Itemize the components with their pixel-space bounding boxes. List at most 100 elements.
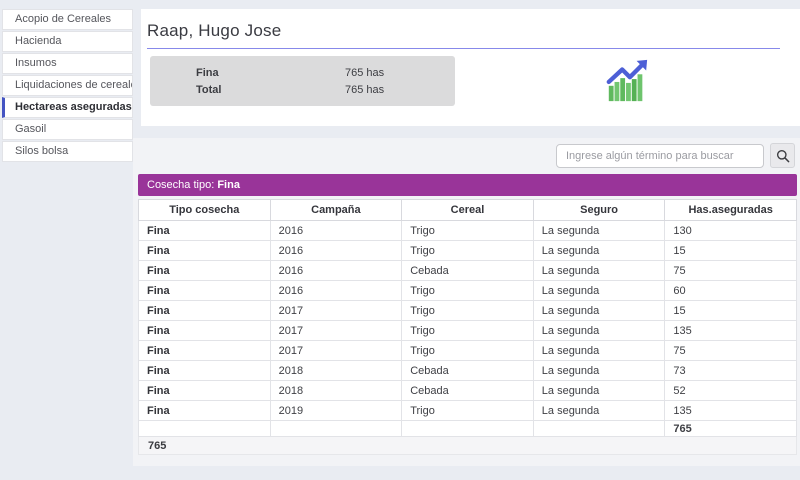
summary-value: 765 has: [345, 82, 384, 99]
column-header-has-aseguradas: Has.aseguradas: [665, 200, 797, 221]
magnifier-icon: [775, 148, 791, 164]
table-row: Fina2017TrigoLa segunda75: [139, 341, 797, 361]
empty-total-cell: [402, 421, 534, 437]
cell-has-aseguradas: 52: [665, 381, 797, 401]
sidebar-item-hacienda[interactable]: Hacienda: [2, 31, 133, 52]
cell-has-aseguradas: 135: [665, 401, 797, 421]
summary-label: Fina: [196, 65, 219, 82]
search-row: [133, 138, 800, 173]
cell-campa-a: 2016: [270, 221, 402, 241]
cell-campa-a: 2018: [270, 361, 402, 381]
cell-has-aseguradas: 135: [665, 321, 797, 341]
cell-tipo-cosecha: Fina: [139, 381, 271, 401]
cell-has-aseguradas: 15: [665, 241, 797, 261]
table-row: Fina2016TrigoLa segunda15: [139, 241, 797, 261]
table-panel: Cosecha tipo: Fina Tipo cosechaCampañaCe…: [133, 138, 800, 466]
table-footer-total-strip: 765: [138, 437, 797, 455]
cell-tipo-cosecha: Fina: [139, 321, 271, 341]
cell-tipo-cosecha: Fina: [139, 281, 271, 301]
sidebar: Acopio de CerealesHaciendaInsumosLiquida…: [2, 9, 133, 163]
cell-cereal: Trigo: [402, 221, 534, 241]
cell-has-aseguradas: 75: [665, 261, 797, 281]
cell-cereal: Trigo: [402, 321, 534, 341]
sidebar-item-hectareas-aseguradas[interactable]: Hectareas aseguradas: [2, 97, 133, 118]
cell-seguro: La segunda: [533, 241, 665, 261]
cell-cereal: Cebada: [402, 261, 534, 281]
table-row: Fina2019TrigoLa segunda135: [139, 401, 797, 421]
column-header-campa-a: Campaña: [270, 200, 402, 221]
table-total-row: 765: [139, 421, 797, 437]
table-row: Fina2018CebadaLa segunda73: [139, 361, 797, 381]
summary-value: 765 has: [345, 65, 384, 82]
cell-seguro: La segunda: [533, 361, 665, 381]
cell-campa-a: 2017: [270, 301, 402, 321]
cell-campa-a: 2017: [270, 341, 402, 361]
total-has-aseguradas: 765: [665, 421, 797, 437]
cell-has-aseguradas: 73: [665, 361, 797, 381]
cell-has-aseguradas: 15: [665, 301, 797, 321]
summary-row-total: Total 765 has: [150, 82, 455, 99]
footer-total-value: 765: [148, 440, 166, 452]
cell-seguro: La segunda: [533, 341, 665, 361]
cell-seguro: La segunda: [533, 261, 665, 281]
sidebar-item-gasoil[interactable]: Gasoil: [2, 119, 133, 140]
cell-tipo-cosecha: Fina: [139, 301, 271, 321]
table-header-row: Tipo cosechaCampañaCerealSeguroHas.asegu…: [139, 200, 797, 221]
cell-cereal: Trigo: [402, 401, 534, 421]
page-title: Raap, Hugo Jose: [147, 21, 780, 41]
column-header-cereal: Cereal: [402, 200, 534, 221]
cell-seguro: La segunda: [533, 281, 665, 301]
column-header-seguro: Seguro: [533, 200, 665, 221]
cell-campa-a: 2016: [270, 261, 402, 281]
sidebar-item-silos-bolsa[interactable]: Silos bolsa: [2, 141, 133, 162]
cell-tipo-cosecha: Fina: [139, 361, 271, 381]
cell-cereal: Trigo: [402, 281, 534, 301]
summary-row-fina: Fina 765 has: [150, 65, 455, 82]
summary-box: Fina 765 has Total 765 has: [150, 56, 455, 106]
cell-tipo-cosecha: Fina: [139, 341, 271, 361]
crop-type-banner: Cosecha tipo: Fina: [138, 174, 797, 196]
column-header-tipo-cosecha: Tipo cosecha: [139, 200, 271, 221]
table-row: Fina2016CebadaLa segunda75: [139, 261, 797, 281]
cell-cereal: Trigo: [402, 301, 534, 321]
cell-tipo-cosecha: Fina: [139, 401, 271, 421]
bar-chart-trending-up-icon: [604, 57, 650, 105]
insured-hectares-table: Tipo cosechaCampañaCerealSeguroHas.asegu…: [138, 199, 797, 437]
table-row: Fina2018CebadaLa segunda52: [139, 381, 797, 401]
empty-total-cell: [139, 421, 271, 437]
table-row: Fina2016TrigoLa segunda130: [139, 221, 797, 241]
main-content: Raap, Hugo Jose Fina 765 has Total 765 has: [141, 0, 800, 480]
cell-cereal: Trigo: [402, 241, 534, 261]
cell-cereal: Cebada: [402, 361, 534, 381]
cell-tipo-cosecha: Fina: [139, 221, 271, 241]
cell-seguro: La segunda: [533, 301, 665, 321]
cell-campa-a: 2016: [270, 241, 402, 261]
cell-campa-a: 2018: [270, 381, 402, 401]
banner-value: Fina: [217, 179, 240, 191]
sidebar-item-insumos[interactable]: Insumos: [2, 53, 133, 74]
cell-has-aseguradas: 60: [665, 281, 797, 301]
sidebar-item-acopio-de-cereales[interactable]: Acopio de Cereales: [2, 9, 133, 30]
summary-label: Total: [196, 82, 221, 99]
cell-tipo-cosecha: Fina: [139, 241, 271, 261]
table-row: Fina2016TrigoLa segunda60: [139, 281, 797, 301]
cell-tipo-cosecha: Fina: [139, 261, 271, 281]
cell-cereal: Cebada: [402, 381, 534, 401]
cell-campa-a: 2016: [270, 281, 402, 301]
search-button[interactable]: [770, 143, 795, 168]
cell-seguro: La segunda: [533, 321, 665, 341]
table-row: Fina2017TrigoLa segunda15: [139, 301, 797, 321]
search-input[interactable]: [556, 144, 764, 168]
cell-has-aseguradas: 75: [665, 341, 797, 361]
header-card: Raap, Hugo Jose Fina 765 has Total 765 has: [141, 9, 800, 126]
empty-total-cell: [533, 421, 665, 437]
banner-prefix: Cosecha tipo:: [147, 179, 217, 191]
sidebar-item-liquidaciones-de-cereales[interactable]: Liquidaciones de cereales: [2, 75, 133, 96]
cell-campa-a: 2017: [270, 321, 402, 341]
cell-seguro: La segunda: [533, 221, 665, 241]
cell-cereal: Trigo: [402, 341, 534, 361]
title-underline: Raap, Hugo Jose: [147, 21, 780, 49]
cell-has-aseguradas: 130: [665, 221, 797, 241]
cell-campa-a: 2019: [270, 401, 402, 421]
cell-seguro: La segunda: [533, 381, 665, 401]
